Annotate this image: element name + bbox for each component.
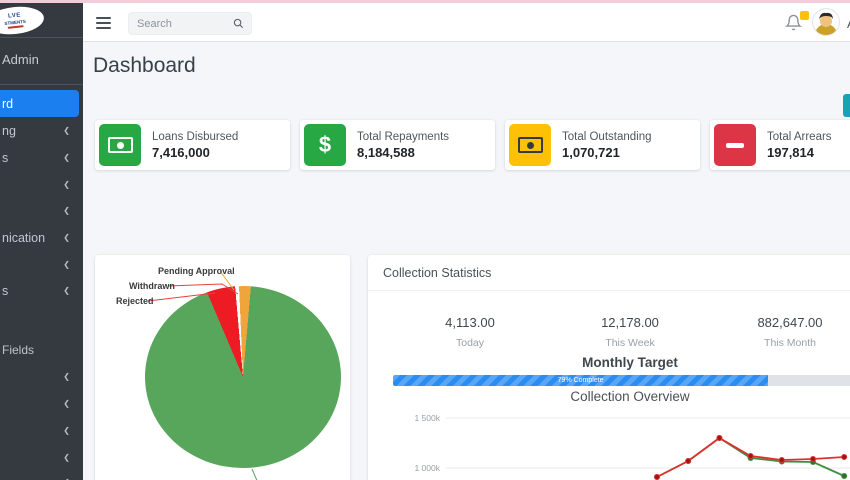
pie-label-pending-approval: Pending Approval bbox=[158, 266, 235, 276]
sidebar-item-1[interactable]: ng ❮ bbox=[0, 117, 83, 144]
stat-label: Total Arrears bbox=[767, 130, 832, 143]
sidebar-item-custom-fields[interactable]: Fields bbox=[0, 336, 83, 363]
collection-stats-row: 4,113.00 Today 12,178.00 This Week 882,6… bbox=[390, 315, 850, 349]
pie-label-withdrawn: Withdrawn bbox=[129, 281, 175, 291]
brand-logo-area[interactable]: LVE STMENTS bbox=[0, 2, 83, 38]
stat-label: Total Repayments bbox=[357, 130, 450, 143]
sidebar-divider bbox=[0, 84, 83, 85]
cutoff-teal-button[interactable] bbox=[843, 94, 850, 117]
top-accent-strip bbox=[0, 0, 850, 3]
notification-badge bbox=[800, 11, 809, 20]
notifications-bell[interactable] bbox=[784, 11, 809, 32]
card-total-arrears[interactable]: Total Arrears 197,814 bbox=[710, 120, 850, 170]
search-box bbox=[128, 12, 252, 35]
sidebar-item-6[interactable]: ❮ bbox=[0, 251, 83, 278]
collection-statistics-header: Collection Statistics bbox=[368, 255, 850, 291]
chevron-left-icon: ❮ bbox=[63, 153, 70, 162]
svg-text:1 000k: 1 000k bbox=[414, 463, 440, 473]
pie-label-rejected: Rejected bbox=[116, 296, 154, 306]
minus-icon bbox=[714, 124, 756, 166]
chevron-left-icon: ❮ bbox=[63, 206, 70, 215]
dollar-icon: $ bbox=[304, 124, 346, 166]
sidebar-item-9[interactable]: ❮ bbox=[0, 363, 83, 390]
sidebar: LVE STMENTS Admin rd ng ❮ s ❮ ❮ ❮ nicati… bbox=[0, 0, 83, 480]
stat-value: 7,416,000 bbox=[152, 144, 210, 160]
sidebar-item-4[interactable]: ❮ bbox=[0, 197, 83, 224]
collection-statistics-title: Collection Statistics bbox=[383, 265, 492, 280]
search-input[interactable] bbox=[129, 17, 233, 30]
sidebar-item-communication[interactable]: nication ❮ bbox=[0, 224, 83, 251]
card-total-outstanding[interactable]: Total Outstanding 1,070,721 bbox=[505, 120, 700, 170]
chevron-left-icon: ❮ bbox=[63, 426, 70, 435]
stat-value: 8,184,588 bbox=[357, 144, 415, 160]
card-loans-disbursed[interactable]: Loans Disbursed 7,416,000 bbox=[95, 120, 290, 170]
stat-this-month: 882,647.00 This Month bbox=[757, 315, 823, 349]
chevron-left-icon: ❮ bbox=[63, 180, 70, 189]
progress-label: 79% Complete bbox=[557, 377, 604, 384]
banknote-icon bbox=[509, 124, 551, 166]
sidebar-item-11[interactable]: ❮ bbox=[0, 417, 83, 444]
sidebar-user-label: Admin bbox=[2, 52, 39, 67]
card-total-repayments[interactable]: $ Total Repayments 8,184,588 bbox=[300, 120, 495, 170]
stat-value: 1,070,721 bbox=[562, 144, 620, 160]
sidebar-item-12[interactable]: ❮ bbox=[0, 444, 83, 471]
collection-statistics-card: Collection Statistics 4,113.00 Today 12,… bbox=[368, 255, 850, 480]
monthly-target-progress: 79% Complete bbox=[393, 375, 850, 386]
monthly-target-label: Monthly Target bbox=[582, 355, 678, 370]
collection-overview-chart[interactable]: 1 500k 1 000k bbox=[368, 405, 850, 480]
stat-today: 4,113.00 Today bbox=[445, 315, 495, 349]
sidebar-item-dashboard[interactable]: rd bbox=[0, 90, 79, 117]
chevron-left-icon: ❮ bbox=[63, 453, 70, 462]
stat-label: Total Outstanding bbox=[562, 130, 652, 143]
loan-status-pie-card: Pending Approval Withdrawn Rejected bbox=[95, 255, 350, 480]
menu-toggle-icon[interactable] bbox=[96, 17, 111, 29]
chevron-left-icon: ❮ bbox=[63, 233, 70, 242]
brand-logo: LVE STMENTS bbox=[0, 4, 46, 37]
main-content: Dashboard Loans Disbursed 7,416,000 $ To… bbox=[83, 43, 850, 480]
sidebar-item-10[interactable]: ❮ bbox=[0, 390, 83, 417]
collection-overview-title: Collection Overview bbox=[570, 389, 690, 404]
sidebar-item-13[interactable]: ❮ bbox=[0, 469, 83, 480]
topbar: Admin bbox=[83, 3, 850, 42]
chevron-left-icon: ❮ bbox=[63, 399, 70, 408]
chevron-left-icon: ❮ bbox=[63, 260, 70, 269]
stat-cards-row: Loans Disbursed 7,416,000 $ Total Repaym… bbox=[95, 120, 850, 170]
svg-text:1 500k: 1 500k bbox=[414, 413, 440, 423]
search-icon[interactable] bbox=[233, 18, 244, 29]
sidebar-item-2[interactable]: s ❮ bbox=[0, 144, 83, 171]
chevron-left-icon: ❮ bbox=[63, 286, 70, 295]
banknote-icon bbox=[99, 124, 141, 166]
chevron-left-icon: ❮ bbox=[63, 126, 70, 135]
stat-value: 197,814 bbox=[767, 144, 814, 160]
logo-swash bbox=[7, 25, 24, 29]
progress-fill: 79% Complete bbox=[393, 375, 769, 386]
user-avatar[interactable] bbox=[812, 8, 840, 36]
page-title: Dashboard bbox=[93, 54, 196, 77]
chevron-left-icon: ❮ bbox=[63, 372, 70, 381]
stat-label: Loans Disbursed bbox=[152, 130, 239, 143]
sidebar-item-7[interactable]: s ❮ bbox=[0, 277, 83, 304]
stat-this-week: 12,178.00 This Week bbox=[601, 315, 659, 349]
sidebar-item-3[interactable]: ❮ bbox=[0, 171, 83, 198]
